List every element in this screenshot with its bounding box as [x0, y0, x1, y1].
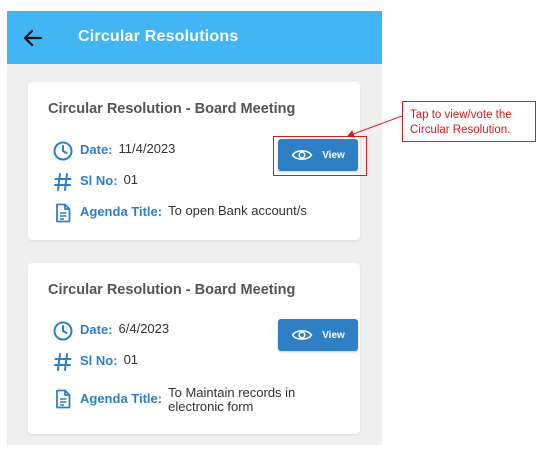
callout-arrow [347, 115, 403, 138]
annotation-note: Tap to view/vote the Circular Resolution… [402, 101, 536, 142]
